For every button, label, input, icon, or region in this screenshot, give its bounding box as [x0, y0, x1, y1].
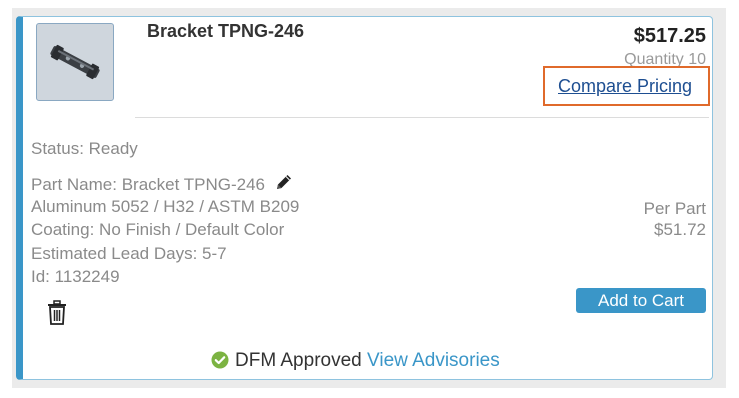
- product-title: Bracket TPNG-246: [147, 21, 305, 41]
- total-price: $517.25: [633, 25, 706, 47]
- per-part-price: $51.72: [654, 220, 706, 239]
- compare-pricing-highlight: Compare Pricing: [543, 66, 710, 106]
- compare-pricing-link[interactable]: Compare Pricing: [558, 76, 692, 97]
- view-advisories-link[interactable]: View Advisories: [367, 350, 500, 371]
- part-thumbnail[interactable]: [36, 23, 114, 101]
- add-to-cart-button[interactable]: Add to Cart: [576, 288, 706, 313]
- per-part-label: Per Part: [643, 199, 706, 218]
- material-text: Aluminum 5052 / H32 / ASTM B209: [31, 197, 300, 216]
- part-name-row: Part Name: Bracket TPNG-246: [31, 172, 294, 197]
- divider: [135, 117, 709, 118]
- part-name-text: Part Name: Bracket TPNG-246: [31, 175, 265, 194]
- dfm-approved-text: DFM Approved: [235, 350, 362, 371]
- dfm-status-row: DFM Approved View Advisories: [211, 350, 500, 375]
- bracket-part-image: [50, 44, 100, 80]
- check-circle-icon: [211, 351, 229, 375]
- trash-icon[interactable]: [45, 300, 69, 326]
- coating-text: Coating: No Finish / Default Color: [31, 220, 285, 239]
- status-text: Status: Ready: [31, 139, 138, 158]
- lead-days-text: Estimated Lead Days: 5-7: [31, 244, 227, 263]
- pencil-icon[interactable]: [274, 172, 294, 197]
- cart-item-card: Bracket TPNG-246 $517.25 Quantity 10 Com…: [16, 16, 713, 380]
- part-id-text: Id: 1132249: [31, 267, 120, 286]
